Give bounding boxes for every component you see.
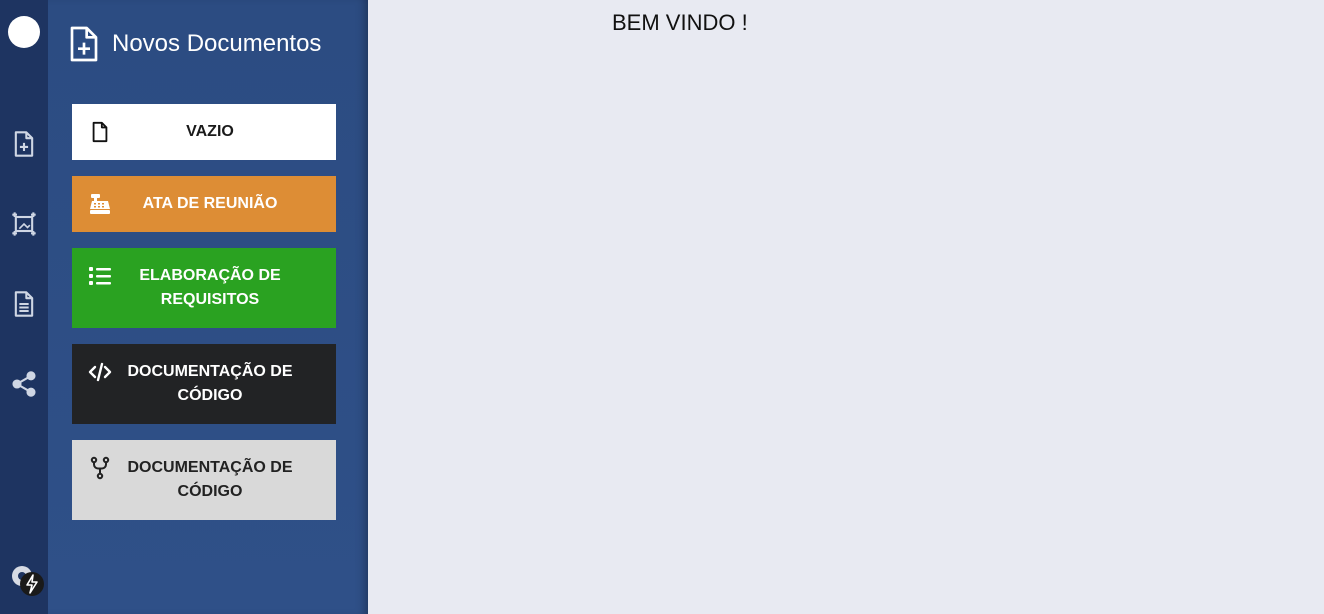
panel-title: Novos Documentos: [112, 30, 322, 57]
file-plus-icon: [70, 26, 98, 62]
welcome-heading: BEM VINDO !: [612, 10, 748, 35]
empty-document-button[interactable]: VAZIO: [72, 104, 336, 160]
file-icon: [88, 120, 112, 144]
code-icon: [88, 360, 112, 384]
panel-header: Novos Documentos: [68, 24, 321, 64]
code-documentation-fork-button[interactable]: DOCUMENTAÇÃO DE CÓDIGO: [72, 440, 336, 520]
settings-button[interactable]: [4, 560, 44, 600]
requirements-button[interactable]: ELABORAÇÃO DE REQUISITOS: [72, 248, 336, 328]
document-lines-icon[interactable]: [6, 286, 42, 322]
lightning-icon: [20, 572, 44, 596]
fork-icon: [88, 456, 112, 480]
frame-icon[interactable]: [6, 206, 42, 242]
share-icon[interactable]: [6, 366, 42, 402]
icon-rail: [0, 0, 48, 614]
meeting-minutes-button[interactable]: ATA DE REUNIÃO: [72, 176, 336, 232]
cash-register-icon: [88, 192, 112, 216]
code-documentation-button[interactable]: DOCUMENTAÇÃO DE CÓDIGO: [72, 344, 336, 424]
new-document-icon[interactable]: [6, 126, 42, 162]
new-documents-panel: Novos Documentos VAZIO ATA DE REUNIÃO EL…: [48, 0, 368, 614]
button-label: VAZIO: [186, 123, 234, 140]
button-label: ATA DE REUNIÃO: [142, 195, 278, 212]
list-icon: [88, 264, 112, 288]
avatar[interactable]: [8, 16, 40, 48]
